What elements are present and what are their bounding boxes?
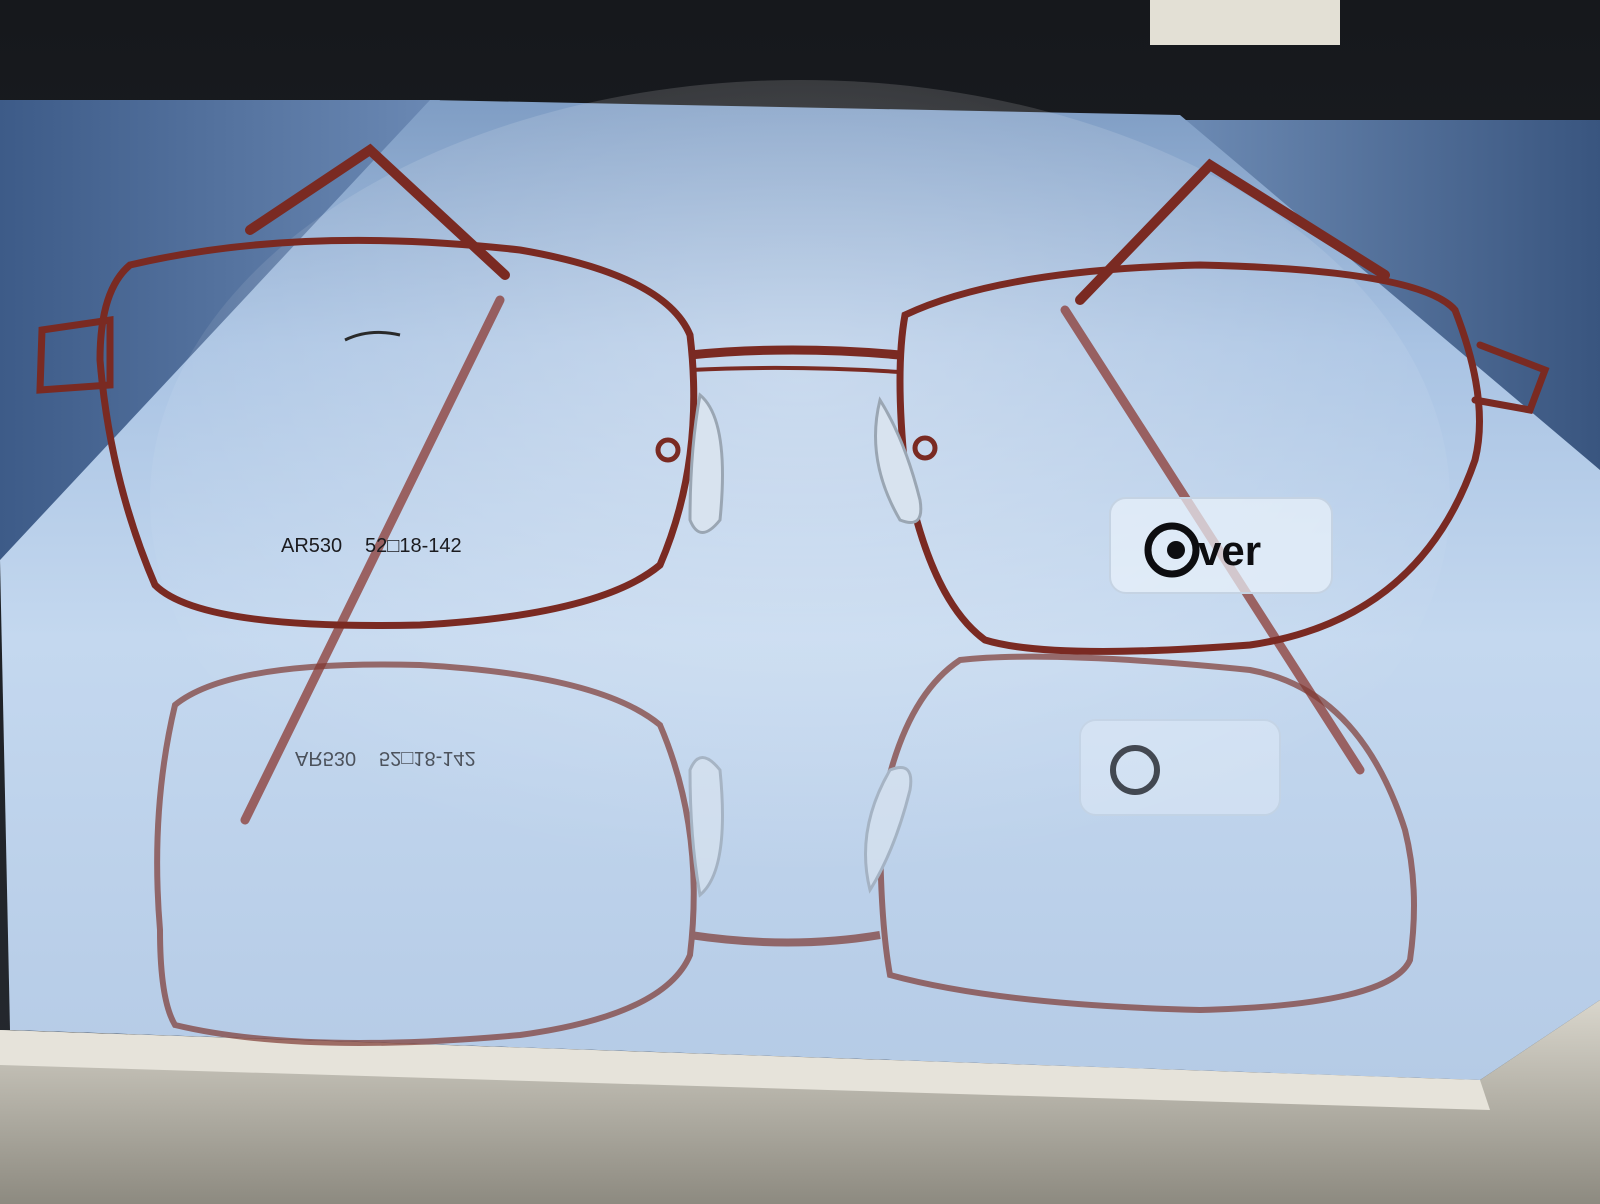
bridge [689, 345, 901, 360]
photo-scene: AR530 52□18-142 @ver ver AR530 52□18-142 [0, 0, 1600, 1204]
reflection-lens-model-code: AR530 [295, 747, 356, 769]
lens-model-code: AR530 [281, 535, 342, 557]
window-light [1150, 0, 1340, 45]
brand-sticker: @ver ver [1109, 497, 1333, 594]
reflection-lens-size-marking: 52□18-142 [379, 747, 476, 769]
lens-size-marking: 52□18-142 [365, 535, 462, 557]
photo-canvas: AR530 52□18-142 @ver ver AR530 52□18-142 [0, 0, 1600, 1204]
brand-logo-suffix: ver [1198, 527, 1261, 574]
